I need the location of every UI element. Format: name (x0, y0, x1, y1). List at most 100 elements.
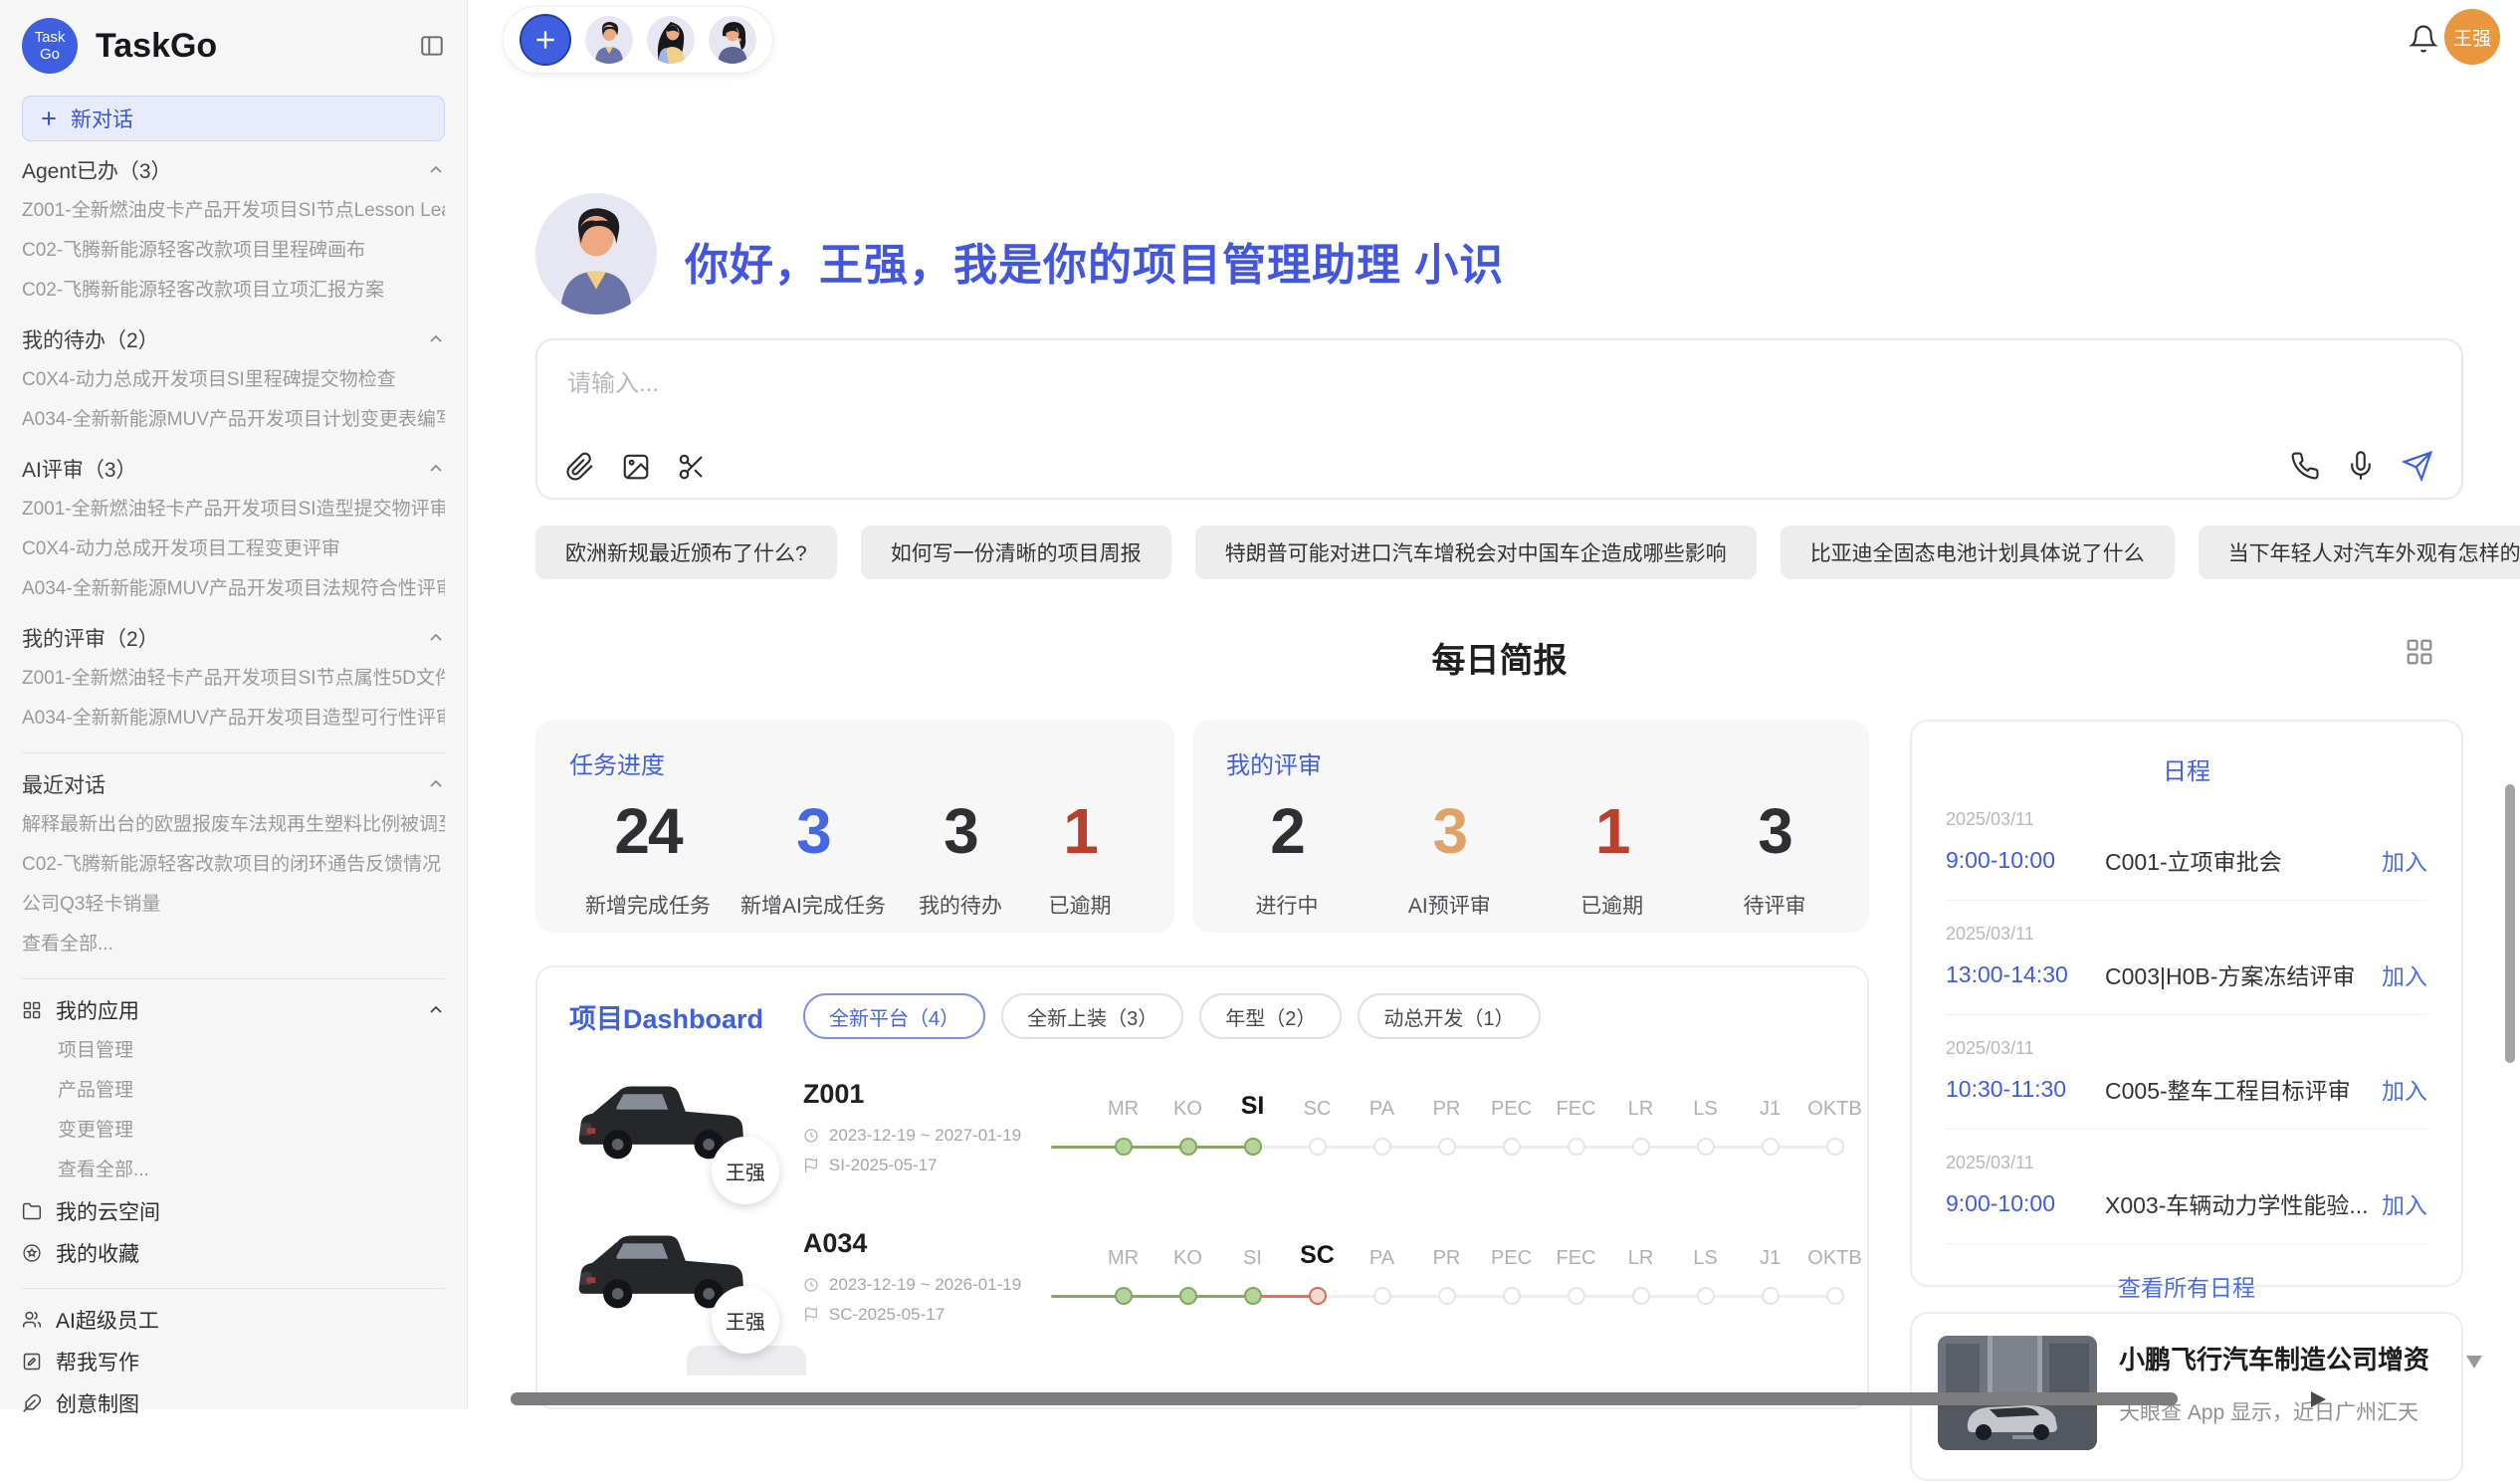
schedule-time: 9:00-10:00 (1946, 1190, 2105, 1217)
task-progress-card: 任务进度 24 新增完成任务 3 新增AI完成任务 3 我的待办 1 已逾期 (535, 720, 1174, 933)
star-badge-icon (22, 1243, 42, 1263)
view-all-schedule-link[interactable]: 查看所有日程 (1912, 1269, 2461, 1303)
recent-chat-item[interactable]: 公司Q3轻卡销量 (22, 885, 445, 925)
app-link-product-mgmt[interactable]: 产品管理 (22, 1071, 445, 1111)
schedule-event-title: X003-车辆动力学性能验... (2105, 1186, 2382, 1220)
schedule-date: 2025/03/11 (1946, 809, 2427, 830)
recent-chat-item[interactable]: C02-飞腾新能源轻客改款项目的闭环通告反馈情况 (22, 845, 445, 885)
sidebar-item-favorites[interactable]: 我的收藏 (22, 1232, 445, 1274)
section-recent-chats[interactable]: 最近对话 (22, 763, 445, 805)
section-my-todo[interactable]: 我的待办（2） (22, 318, 445, 360)
phone-icon[interactable] (2290, 451, 2320, 481)
sidebar: Task Go TaskGo 新对话 Agent已办（3） Z001-全新燃油皮… (0, 0, 468, 1409)
sidebar-item-creative-drawing[interactable]: 创意制图 (22, 1382, 445, 1424)
project-owner-badge: 王强 (712, 1137, 779, 1204)
send-icon[interactable] (2402, 450, 2433, 482)
suggestion-chip[interactable]: 比亚迪全固态电池计划具体说了什么 (1781, 526, 2175, 579)
scroll-down-arrow[interactable] (2466, 1356, 2482, 1369)
sidebar-task-item[interactable]: Z001-全新燃油轻卡产品开发项目SI造型提交物评审 (22, 490, 445, 529)
section-my-review[interactable]: 我的评审（2） (22, 617, 445, 659)
chat-input[interactable] (567, 364, 2160, 404)
greeting-message: 你好，王强，我是你的项目管理助理 小识 (685, 229, 1504, 293)
chevron-up-icon[interactable] (427, 460, 445, 478)
join-meeting-link[interactable]: 加入 (2382, 957, 2427, 991)
divider (22, 978, 445, 979)
view-all-chats-link[interactable]: 查看全部... (22, 925, 445, 964)
assistant-avatar (535, 193, 657, 315)
divider (22, 1288, 445, 1289)
agent-avatar-3[interactable] (709, 16, 756, 64)
app-link-change-mgmt[interactable]: 变更管理 (22, 1111, 445, 1151)
chevron-up-icon[interactable] (427, 775, 445, 793)
suggestion-chip[interactable]: 特朗普可能对进口汽车增税会对中国车企造成哪些影响 (1195, 526, 1757, 579)
filter-new-body[interactable]: 全新上装（3） (1001, 993, 1183, 1039)
chat-composer (535, 338, 2463, 500)
sidebar-task-item[interactable]: A034-全新新能源MUV产品开发项目法规符合性评审 (22, 569, 445, 609)
divider (1946, 1014, 2427, 1015)
section-agent-done[interactable]: Agent已办（3） (22, 149, 445, 191)
schedule-event-title: C005-整车工程目标评审 (2105, 1072, 2382, 1106)
sidebar-task-item[interactable]: A034-全新新能源MUV产品开发项目计划变更表编写 (22, 400, 445, 440)
schedule-time: 10:30-11:30 (1946, 1076, 2105, 1103)
stat-new-ai-completed: 3 新增AI完成任务 (740, 794, 886, 920)
scroll-right-arrow[interactable] (2311, 1391, 2326, 1407)
recent-chat-item[interactable]: 解释最新出台的欧盟报废车法规再生塑料比例被调至15%... (22, 805, 445, 845)
logo-text-top: Task (35, 29, 66, 46)
sidebar-item-my-apps[interactable]: 我的应用 (22, 989, 445, 1031)
schedule-event-title: C001-立项审批会 (2105, 843, 2382, 877)
my-review-card: 我的评审 2 进行中 3 AI预评审 1 已逾期 3 待评审 (1192, 720, 1869, 933)
chevron-up-icon[interactable] (427, 1001, 445, 1019)
filter-model-year[interactable]: 年型（2） (1199, 993, 1342, 1039)
suggestion-chip[interactable]: 欧洲新规最近颁布了什么? (535, 526, 837, 579)
chevron-up-icon[interactable] (427, 161, 445, 179)
sidebar-task-item[interactable]: C02-飞腾新能源轻客改款项目里程碑画布 (22, 231, 445, 271)
sidebar-task-item[interactable]: C0X4-动力总成开发项目工程变更评审 (22, 529, 445, 569)
sidebar-task-item[interactable]: C0X4-动力总成开发项目SI里程碑提交物检查 (22, 360, 445, 400)
plus-icon (39, 108, 59, 128)
schedule-item: 2025/03/11 13:00-14:30 C003|H0B-方案冻结评审 加… (1912, 924, 2461, 991)
app-link-project-mgmt[interactable]: 项目管理 (22, 1031, 445, 1071)
divider (22, 752, 445, 753)
horizontal-scrollbar[interactable] (511, 1392, 2178, 1405)
sidebar-task-item[interactable]: Z001-全新燃油轻卡产品开发项目SI节点属性5D文件评审 (22, 659, 445, 699)
project-code: A034 (803, 1228, 1085, 1259)
suggestion-chip[interactable]: 当下年轻人对汽车外观有怎样的喜好趋势 (2199, 526, 2520, 579)
image-icon[interactable] (621, 452, 651, 482)
project-row-z001[interactable]: 王强 Z001 2023-12-19 ~ 2027-01-19 SI-2025-… (537, 1047, 1867, 1196)
mic-icon[interactable] (2346, 451, 2376, 481)
sidebar-header: Task Go TaskGo (22, 14, 445, 78)
attach-icon[interactable] (565, 452, 595, 482)
schedule-item: 2025/03/11 9:00-10:00 C001-立项审批会 加入 (1912, 809, 2461, 877)
section-ai-review[interactable]: AI评审（3） (22, 448, 445, 490)
feather-pen-icon (22, 1393, 42, 1413)
layout-grid-icon[interactable] (2405, 637, 2434, 667)
notifications-bell-icon[interactable] (2409, 24, 2438, 54)
join-meeting-link[interactable]: 加入 (2382, 1072, 2427, 1106)
join-meeting-link[interactable]: 加入 (2382, 843, 2427, 877)
filter-powertrain[interactable]: 动总开发（1） (1358, 993, 1540, 1039)
scissors-icon[interactable] (677, 452, 707, 482)
suggestion-chip[interactable]: 如何写一份清晰的项目周报 (861, 526, 1171, 579)
sidebar-task-item[interactable]: C02-飞腾新能源轻客改款项目立项汇报方案 (22, 271, 445, 311)
add-agent-button[interactable] (520, 14, 571, 66)
chevron-up-icon[interactable] (427, 330, 445, 348)
agent-avatar-1[interactable] (585, 16, 633, 64)
filter-new-platform[interactable]: 全新平台（4） (803, 993, 985, 1039)
sidebar-task-item[interactable]: Z001-全新燃油皮卡产品开发项目SI节点Lesson Learn报告 (22, 191, 445, 231)
agent-avatar-2[interactable] (647, 16, 695, 64)
user-avatar[interactable]: 王强 (2444, 9, 2500, 65)
sidebar-item-ai-employee[interactable]: AI超级员工 (22, 1299, 445, 1341)
sidebar-item-cloud-space[interactable]: 我的云空间 (22, 1190, 445, 1232)
stat-pending-review: 3 待评审 (1730, 794, 1819, 920)
project-row-a034[interactable]: 王强 A034 2023-12-19 ~ 2026-01-19 SC-2025-… (537, 1196, 1867, 1346)
collapse-sidebar-icon[interactable] (419, 33, 445, 59)
chevron-up-icon[interactable] (427, 629, 445, 647)
view-all-apps-link[interactable]: 查看全部... (22, 1151, 445, 1190)
sidebar-task-item[interactable]: A034-全新新能源MUV产品开发项目造型可行性评审 (22, 699, 445, 739)
project-date-range: 2023-12-19 ~ 2026-01-19 (829, 1275, 1021, 1295)
new-chat-label: 新对话 (71, 104, 133, 133)
sidebar-item-write-for-me[interactable]: 帮我写作 (22, 1341, 445, 1382)
join-meeting-link[interactable]: 加入 (2382, 1186, 2427, 1220)
new-chat-button[interactable]: 新对话 (22, 96, 445, 141)
vertical-scrollbar[interactable] (2505, 784, 2515, 1063)
